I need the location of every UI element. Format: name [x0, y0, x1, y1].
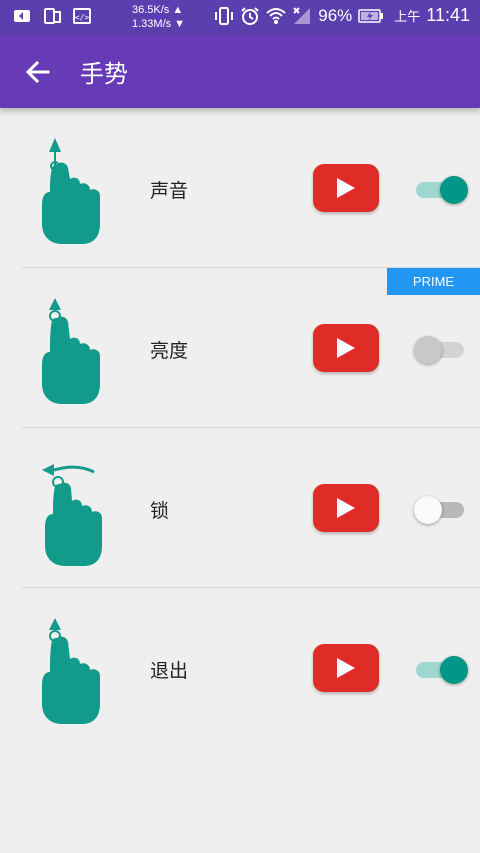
svg-text:</>: </> [75, 13, 90, 22]
gesture-label: 退出 [150, 660, 189, 682]
network-speed: 36.5K/s ▲ 1.33M/s ▼ [132, 3, 185, 31]
toggle-thumb [414, 496, 442, 524]
toggle-thumb [440, 656, 468, 684]
gesture-list: 声音 亮度 锁 退出 [0, 108, 480, 748]
arrow-left-icon [25, 60, 50, 84]
video-tutorial-button[interactable] [313, 324, 379, 372]
youtube-play-icon [337, 178, 355, 198]
gesture-row-exit: 退出 [0, 588, 480, 748]
battery-charging-icon [358, 8, 384, 23]
gesture-label: 锁 [150, 500, 170, 522]
page-title: 手势 [80, 60, 128, 88]
toggle-thumb [414, 336, 442, 364]
screen-mirror-icon [44, 8, 61, 24]
status-left-icons: </> [12, 6, 92, 26]
app-bar: 手势 [0, 34, 480, 108]
wifi-icon [266, 7, 286, 24]
youtube-play-icon [337, 498, 355, 518]
swipe-up-hand-icon [42, 618, 100, 724]
youtube-play-icon [337, 658, 355, 678]
toggle-thumb [440, 176, 468, 204]
video-tutorial-button[interactable] [313, 164, 379, 212]
gesture-toggle-lock[interactable] [414, 494, 466, 524]
upload-speed: 36.5K/s ▲ [132, 4, 184, 16]
time-prefix: 上午 [394, 9, 421, 24]
clock: 11:41 [426, 5, 470, 25]
download-speed: 1.33M/s ▼ [132, 18, 186, 30]
developer-code-icon: </> [73, 8, 91, 24]
youtube-play-icon [337, 338, 355, 358]
swipe-up-hand-icon [42, 298, 100, 404]
back-button[interactable] [22, 56, 54, 88]
status-right-icons: 96% 上午 11:41 [214, 5, 470, 26]
gesture-toggle-exit[interactable] [414, 654, 468, 684]
gesture-toggle-brightness[interactable] [414, 334, 466, 364]
video-tutorial-button[interactable] [313, 484, 379, 532]
status-bar: </> 36.5K/s ▲ 1.33M/s ▼ 96% 上午 11:41 [0, 0, 480, 34]
video-tutorial-button[interactable] [313, 644, 379, 692]
prime-badge[interactable]: PRIME [387, 268, 480, 295]
swipe-up-hand-icon [42, 138, 100, 244]
battery-percent: 96% [318, 5, 353, 25]
gesture-toggle-sound[interactable] [414, 174, 468, 204]
swipe-left-hand-icon [42, 464, 102, 566]
usb-debug-icon [14, 10, 30, 22]
gesture-label: 声音 [150, 180, 189, 202]
signal-no-sim-icon [293, 6, 311, 24]
gesture-row-sound: 声音 [0, 108, 480, 268]
gesture-row-lock: 锁 [0, 428, 480, 588]
vibrate-icon [215, 6, 234, 25]
gesture-label: 亮度 [150, 340, 189, 362]
alarm-icon [241, 6, 259, 25]
